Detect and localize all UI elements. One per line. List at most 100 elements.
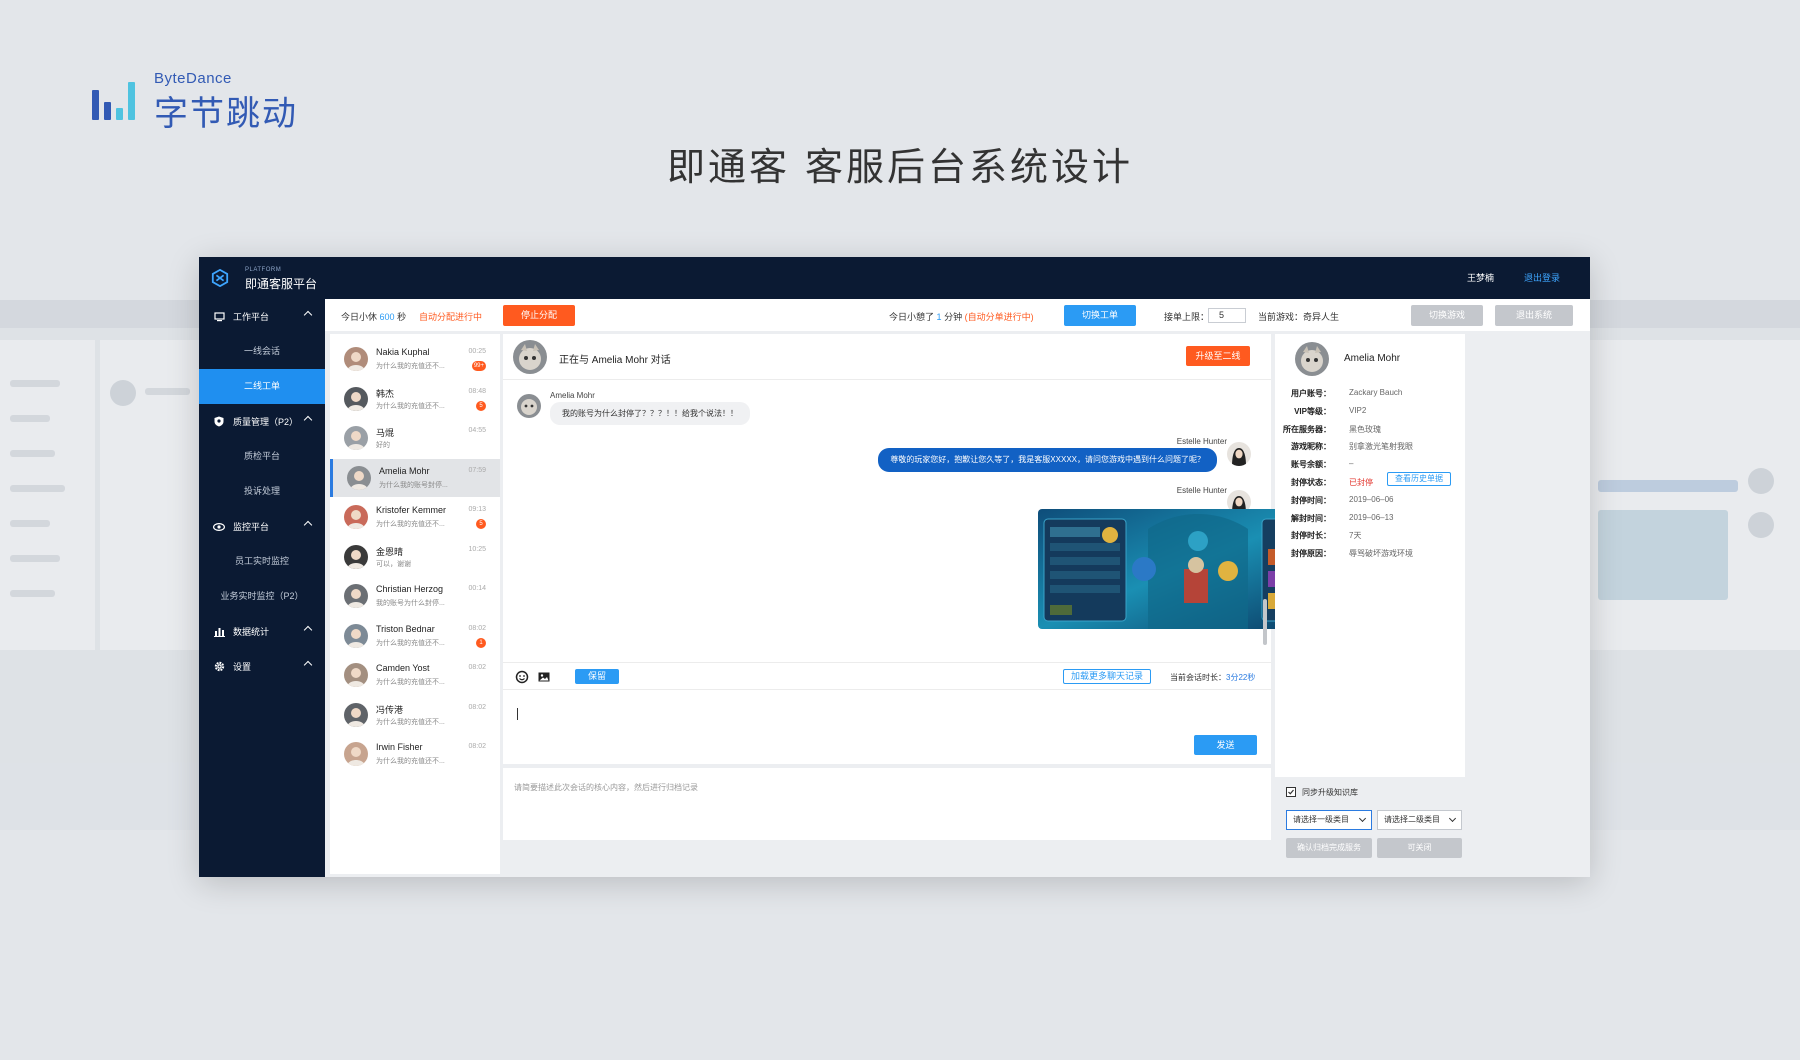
upgrade-to-second-line-button[interactable]: 升级至二线 <box>1186 346 1250 366</box>
switch-game-button[interactable]: 切换游戏 <box>1411 305 1483 326</box>
sidebar-item-staff-monitor[interactable]: 员工实时监控 <box>199 544 325 579</box>
sidebar-group-quality[interactable]: 质量管理（P2） <box>199 404 325 439</box>
conversation-time: 10:25 <box>468 545 486 553</box>
session-duration: 当前会话时长：3分22秒 <box>1170 672 1255 683</box>
user-info-key: 封停时长： <box>1291 531 1331 541</box>
auto-assign-status: 自动分配进行中 <box>419 312 483 322</box>
avatar <box>344 742 368 766</box>
conversation-list: Nakia Kuphal 为什么我的充值还不... 00:25 99+ 韩杰 为什么我的充… <box>330 334 500 874</box>
exit-system-button[interactable]: 退出系统 <box>1495 305 1573 326</box>
order-limit-input[interactable]: 5 <box>1208 308 1246 323</box>
conversation-name: Christian Herzog <box>376 584 444 594</box>
stop-assign-button[interactable]: 停止分配 <box>503 305 575 326</box>
conversation-name: 马焜 <box>376 428 395 438</box>
conversation-name: Camden Yost <box>376 663 430 673</box>
chat-partner-avatar <box>513 340 547 374</box>
logout-link[interactable]: 退出登录 <box>1524 271 1560 284</box>
unread-badge: 1 <box>476 637 486 648</box>
eye-icon <box>213 521 225 533</box>
conversation-item[interactable]: Camden Yost 为什么我的充值还不... 08:02 <box>330 656 500 694</box>
top-navbar: PLATFORM 即通客服平台 王梦楠 退出登录 <box>199 257 1590 299</box>
sidebar-group-label: 质量管理（P2） <box>233 417 299 427</box>
send-button[interactable]: 发送 <box>1194 735 1257 755</box>
user-info-row: 所在服务器： 黑色玫瑰 <box>1275 424 1465 442</box>
user-info-row: 封停时长： 7天 <box>1275 530 1465 548</box>
sidebar-group-statistics[interactable]: 数据统计 <box>199 614 325 649</box>
rest-unit: 秒 <box>397 312 407 322</box>
sidebar-item-business-monitor[interactable]: 业务实时监控（P2） <box>199 579 325 614</box>
conversation-name: Irwin Fisher <box>376 742 423 752</box>
conversation-item[interactable]: Irwin Fisher 为什么我的充值还不... 08:02 <box>330 735 500 773</box>
category-level1-select[interactable]: 请选择一级类目 <box>1286 810 1372 830</box>
user-info-value: 7天 <box>1349 531 1362 541</box>
conversation-item[interactable]: Nakia Kuphal 为什么我的充值还不... 00:25 99+ <box>330 340 500 378</box>
rest-prefix: 今日小休 <box>341 312 378 322</box>
conversation-time: 08:48 <box>468 387 486 395</box>
switch-ticket-button[interactable]: 切换工单 <box>1064 305 1136 326</box>
category-level2-select[interactable]: 请选择二级类目 <box>1377 810 1462 830</box>
emoji-icon[interactable] <box>515 670 529 684</box>
load-more-history-button[interactable]: 加载更多聊天记录 <box>1063 669 1151 684</box>
user-info-value: 辱骂破坏游戏环境 <box>1349 549 1413 559</box>
avatar <box>344 584 368 608</box>
chevron-up-icon <box>303 415 313 425</box>
conversation-item[interactable]: Kristofer Kemmer 为什么我的充值还不... 09:13 5 <box>330 498 500 536</box>
current-user-name: 王梦楠 <box>1466 273 1494 283</box>
message-compose-area[interactable]: 发送 <box>503 691 1271 764</box>
status-bar: 今日小休 600 秒 自动分配进行中 停止分配 今日小憩了 1 分钟 (自动分单… <box>325 299 1590 331</box>
select-value: 请选择二级类目 <box>1384 815 1440 824</box>
user-info-key: 封停时间： <box>1291 495 1331 505</box>
unread-badge: 5 <box>476 400 486 411</box>
avatar <box>344 663 368 687</box>
today-rest-unit: 分钟 <box>944 312 963 322</box>
conversation-item[interactable]: 马焜 好的 04:55 <box>330 419 500 457</box>
user-info-value: Zackary Bauch <box>1349 388 1403 397</box>
avatar <box>347 465 371 490</box>
user-info-value: – <box>1349 459 1354 469</box>
archive-notes-input[interactable]: 请简要描述此次会话的核心内容，然后进行归档记录 <box>503 768 1271 840</box>
chevron-up-icon <box>303 625 313 635</box>
conversation-name: Triston Bednar <box>376 623 435 634</box>
view-history-orders-button[interactable]: 查看历史单据 <box>1387 472 1451 486</box>
confirm-archive-button[interactable]: 确认归档完成服务 <box>1286 838 1372 858</box>
shield-icon <box>213 416 225 428</box>
chat-panel: 正在与 Amelia Mohr 对话 升级至二线 Amelia Mohr 我的账… <box>503 334 1325 764</box>
sidebar-group-monitoring[interactable]: 监控平台 <box>199 509 325 544</box>
message-bubble-customer: 我的账号为什么封停了？？？！！给我个说法！！ <box>550 402 750 425</box>
sidebar-group-workbench[interactable]: 工作平台 <box>199 299 325 334</box>
unread-badge: 5 <box>476 519 486 529</box>
avatar <box>344 702 368 727</box>
background-ghost-left <box>0 300 200 830</box>
conversation-item[interactable]: Triston Bednar 为什么我的充值还不... 08:02 1 <box>330 617 500 655</box>
conversation-item[interactable]: 韩杰 为什么我的充值还不... 08:48 5 <box>330 380 500 418</box>
conversation-item[interactable]: 冯传港 为什么我的充值还不... 08:02 <box>330 696 500 734</box>
avatar <box>344 544 368 569</box>
sidebar-item-complaints[interactable]: 投诉处理 <box>199 474 325 509</box>
conversation-time: 07:59 <box>468 466 486 474</box>
sync-kb-checkbox[interactable] <box>1286 787 1296 797</box>
keep-button[interactable]: 保留 <box>575 669 619 684</box>
chat-scrollbar[interactable] <box>1263 599 1267 645</box>
sidebar-item-second-line[interactable]: 二线工单 <box>199 369 325 404</box>
sidebar-group-label: 设置 <box>233 662 252 672</box>
user-info-key: 解封时间： <box>1291 513 1331 523</box>
chevron-down-icon <box>1448 814 1457 823</box>
page-headline: 即通客 客服后台系统设计 <box>666 145 1134 189</box>
platform-logo-icon <box>211 269 229 287</box>
can-close-button[interactable]: 可关闭 <box>1377 838 1462 858</box>
main-content: 今日小休 600 秒 自动分配进行中 停止分配 今日小憩了 1 分钟 (自动分单… <box>325 299 1590 877</box>
sidebar-group-settings[interactable]: 设置 <box>199 649 325 684</box>
conversation-time: 04:55 <box>468 427 486 434</box>
message-bubble-agent: 尊敬的玩家您好，抱歉让您久等了，我是客服XXXXX，请问您游戏中遇到什么问题了呢… <box>878 448 1217 472</box>
image-icon[interactable] <box>537 670 551 684</box>
sidebar-item-first-line[interactable]: 一线会话 <box>199 334 325 369</box>
sidebar-item-qc-platform[interactable]: 质检平台 <box>199 439 325 474</box>
conversation-item[interactable]: 金恩晴 可以，谢谢 10:25 <box>330 538 500 576</box>
conversation-name: Amelia Mohr <box>379 465 430 476</box>
logo-text-en: ByteDance <box>154 70 232 87</box>
user-info-row: 用户账号： Zackary Bauch <box>1275 388 1465 406</box>
avatar <box>344 426 368 450</box>
conversation-item[interactable]: Christian Herzog 我的账号为什么封停... 00:14 <box>330 577 500 615</box>
platform-title: 即通客服平台 <box>245 277 318 291</box>
conversation-item[interactable]: Amelia Mohr 为什么我的账号封停... 07:59 <box>330 458 500 497</box>
